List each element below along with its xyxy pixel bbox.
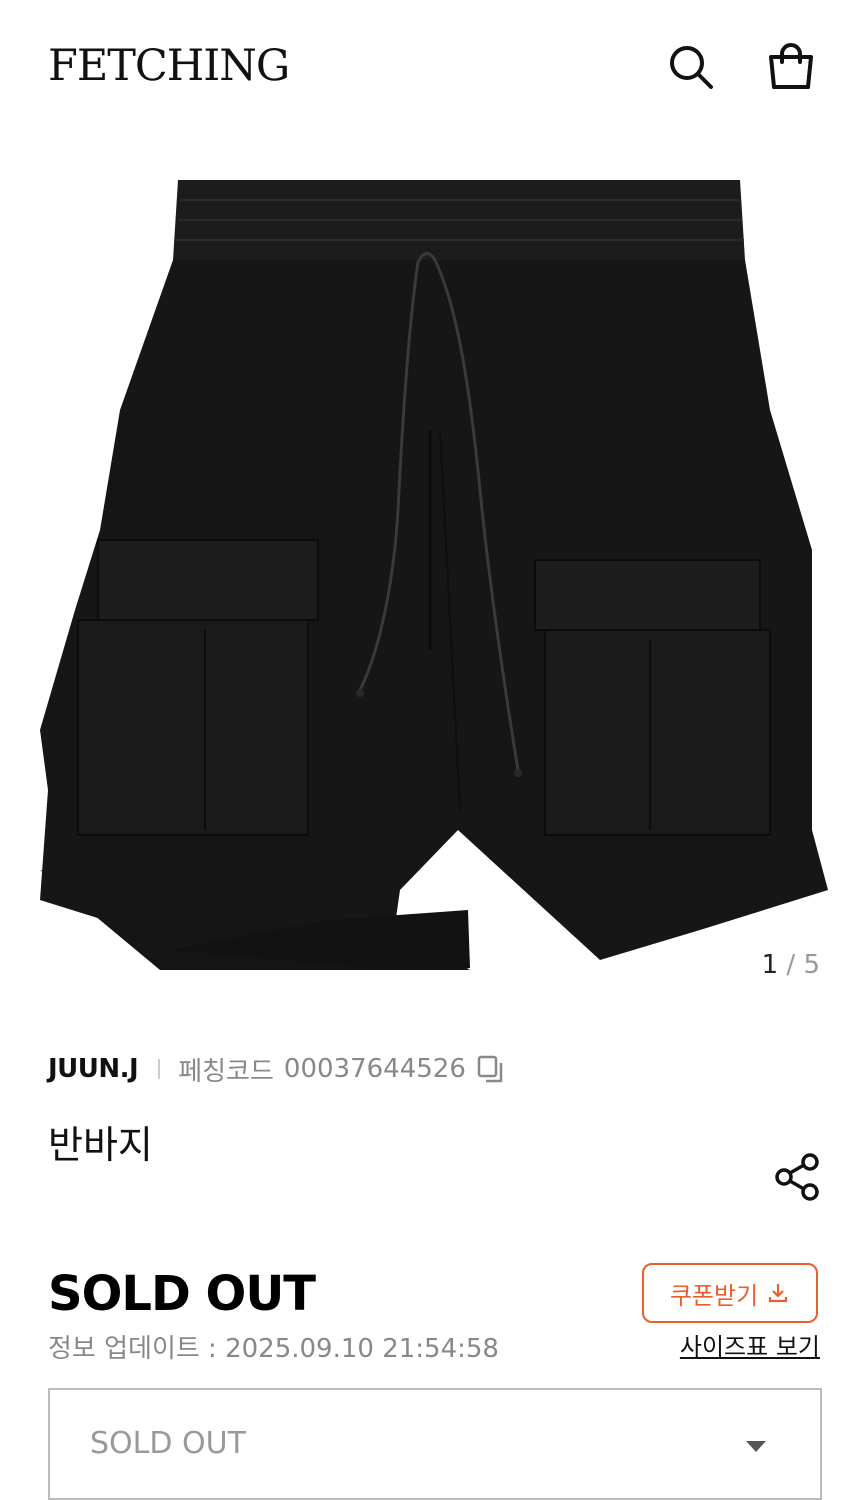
logo[interactable]: FETCHING [48,40,290,92]
search-icon[interactable] [664,40,718,94]
product-name: 반바지 [48,1123,153,1167]
price-status: SOLD OUT [48,1266,316,1322]
product-code-label: 페칭코드 [178,1056,274,1087]
image-counter-total: 5 [803,950,820,980]
image-counter: 1 / 5 [762,950,820,980]
share-icon[interactable] [772,1150,824,1204]
image-counter-current: 1 [761,950,779,980]
product-image[interactable] [0,130,858,1010]
info-updated-time: 정보 업데이트 : 2025.09.10 21:54:58 [48,1334,499,1364]
coupon-button-label: 쿠폰받기 [669,1281,759,1310]
copy-icon[interactable] [476,1054,506,1084]
header: FETCHING [0,0,858,130]
coupon-button[interactable]: 쿠폰받기 [642,1263,818,1323]
download-icon [769,1284,788,1303]
size-chart-link[interactable]: 사이즈표 보기 [680,1330,820,1364]
brand-name[interactable]: JUUN.J [48,1054,139,1084]
shopping-bag-icon[interactable] [764,40,818,94]
product-meta: JUUN.J 페칭코드 00037644526 [48,1052,506,1087]
option-select-value: SOLD OUT [90,1426,246,1461]
chevron-down-icon [744,1438,768,1454]
option-select[interactable]: SOLD OUT [48,1388,822,1500]
image-counter-separator: / [786,950,796,980]
meta-divider [158,1059,161,1079]
product-code: 00037644526 [283,1054,466,1084]
